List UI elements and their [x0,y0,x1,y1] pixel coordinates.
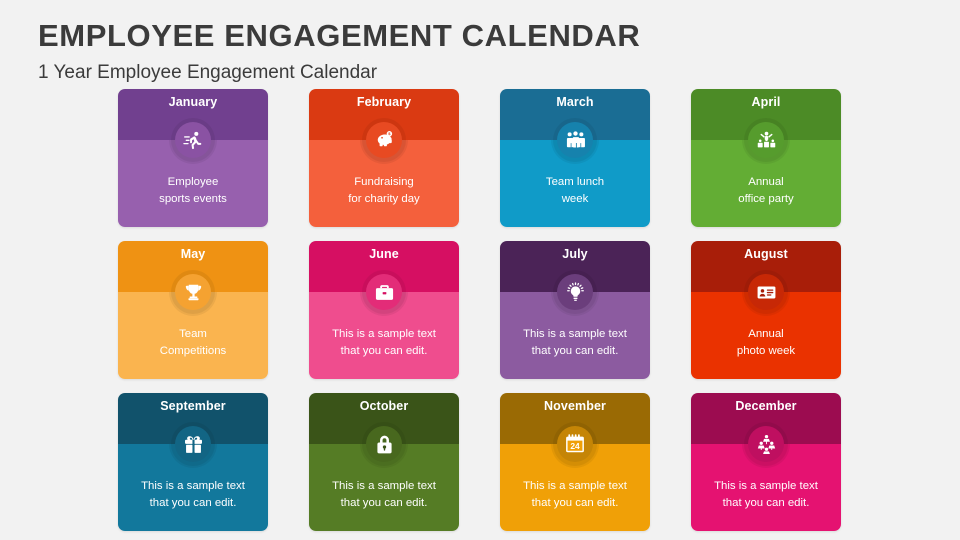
month-card-title: May [180,247,206,261]
month-card-may[interactable]: Team Competitions May [118,241,268,379]
month-card-april[interactable]: Annual office party April [691,89,841,227]
calendar-24-icon: 24 [557,426,593,462]
month-card-september[interactable]: This is a sample text that you can edit.… [118,393,268,531]
month-card-title: September [160,399,226,413]
month-card-title: April [751,95,781,109]
month-card-title: March [556,95,594,109]
celebration-presenter-icon [748,122,784,158]
month-card-text: Annual office party [738,175,794,205]
month-card-title: December [735,399,797,413]
month-card-title: August [744,247,788,261]
month-card-june[interactable]: This is a sample text that you can edit.… [309,241,459,379]
briefcase-icon [366,274,402,310]
group-people-icon [557,122,593,158]
month-card-july[interactable]: This is a sample text that you can edit.… [500,241,650,379]
month-card-title: July [562,247,588,261]
month-card-text: This is a sample text that you can edit. [141,479,245,509]
month-card-text: Employee sports events [159,175,227,205]
month-card-october[interactable]: This is a sample text that you can edit.… [309,393,459,531]
month-card-title: October [359,399,409,413]
month-card-text: This is a sample text that you can edit. [714,479,818,509]
month-card-text: Fundraising for charity day [348,175,420,205]
month-card-march[interactable]: Team lunch week March [500,89,650,227]
trophy-icon [175,274,211,310]
padlock-icon [366,426,402,462]
month-card-february[interactable]: Fundraising for charity day February $ [309,89,459,227]
month-card-title: November [544,399,606,413]
month-card-title: January [168,95,218,109]
team-group-icon [748,426,784,462]
lightbulb-idea-icon [557,274,593,310]
month-card-title: June [369,247,399,261]
month-card-text: Team Competitions [159,327,227,357]
month-card-november[interactable]: This is a sample text that you can edit.… [500,393,650,531]
month-card-text: This is a sample text that you can edit. [523,327,627,357]
id-badge-icon [748,274,784,310]
month-card-text: This is a sample text that you can edit. [523,479,627,509]
gift-icon [175,426,211,462]
page-subtitle: 1 Year Employee Engagement Calendar [38,62,378,83]
running-person-icon [175,122,211,158]
month-card-august[interactable]: Annual photo week August [691,241,841,379]
month-card-december[interactable]: This is a sample text that you can edit.… [691,393,841,531]
svg-text:24: 24 [570,441,580,451]
month-card-text: Team lunch week [545,175,605,205]
calendar-card-grid: Employee sports events January Fundraisin… [118,89,842,531]
month-card-text: Annual photo week [736,327,796,357]
month-card-january[interactable]: Employee sports events January [118,89,268,227]
month-card-title: February [356,95,412,109]
month-card-text: This is a sample text that you can edit. [332,479,436,509]
page-title: EMPLOYEE ENGAGEMENT CALENDAR [38,18,641,53]
month-card-text: This is a sample text that you can edit. [332,327,436,357]
slide-canvas: EMPLOYEE ENGAGEMENT CALENDAR 1 Year Empl… [0,0,960,540]
piggy-bank-icon: $ [366,122,402,158]
